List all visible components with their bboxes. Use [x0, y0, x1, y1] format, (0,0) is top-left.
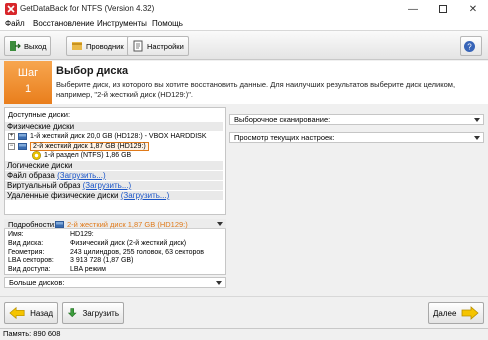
next-label: Далее [433, 308, 457, 318]
menu-recovery[interactable]: Восстановление [33, 19, 94, 28]
maximize-button[interactable] [428, 0, 458, 18]
physical-disks-label: Физические диски [7, 122, 75, 131]
hard-disk-icon [55, 220, 64, 228]
memory-status: Память: 890 608 [3, 329, 61, 338]
partition-item[interactable]: 1-й раздел (NTFS) 1,86 GB [32, 151, 131, 160]
arrow-left-icon [9, 306, 25, 320]
back-button[interactable]: Назад [4, 302, 58, 324]
app-icon [5, 3, 17, 15]
details-header[interactable]: Подробности: 2-й жесткий диск 1,87 GB (H… [4, 219, 226, 229]
help-button[interactable]: ? [460, 36, 482, 56]
exit-button[interactable]: Выход [4, 36, 52, 56]
download-icon [67, 308, 77, 318]
settings-label: Настройки [147, 41, 184, 51]
toolbar: Выход Проводник Настройки ? [0, 30, 488, 60]
close-button[interactable]: ✕ [458, 0, 488, 18]
hard-disk-icon [18, 143, 27, 150]
step-number: 1 [24, 83, 32, 95]
svg-text:?: ? [467, 42, 472, 51]
back-label: Назад [30, 308, 53, 318]
load-label: Загрузить [82, 308, 119, 318]
partition-label: 1-й раздел (NTFS) 1,86 GB [44, 152, 132, 159]
page-title: Выбор диска [56, 65, 129, 77]
remote-disks-row: Удаленные физические диски (Загрузить...… [5, 191, 223, 200]
more-disks-panel[interactable]: Больше дисков: [4, 277, 226, 288]
disk-item-hd129[interactable]: − 2-й жесткий диск 1,87 GB (HD129:) [8, 142, 149, 151]
details-selected-disk: 2-й жесткий диск 1,87 GB (HD129:) [67, 220, 188, 229]
partition-icon [32, 151, 41, 160]
disk-item-label: 1-й жесткий диск 20,0 GB (HD128:) - VBOX… [30, 133, 207, 140]
remote-disks-load-link[interactable]: (Загрузить...) [121, 191, 170, 200]
load-button[interactable]: Загрузить [62, 302, 124, 324]
step-label: Шаг [17, 67, 39, 79]
virtual-image-label: Виртуальный образ [7, 181, 81, 190]
details-label: Подробности: [8, 220, 57, 229]
menu-tools[interactable]: Инструменты [97, 19, 147, 28]
hard-disk-icon [18, 133, 27, 140]
detail-key: LBA секторов: [8, 257, 54, 264]
disk-item-label-selected: 2-й жесткий диск 1,87 GB (HD129:) [30, 142, 149, 151]
detail-value: LBA режим [70, 266, 106, 273]
next-button[interactable]: Далее [428, 302, 484, 324]
explorer-button[interactable]: Проводник [66, 36, 129, 56]
step-description: Выберите диск, из которого вы хотите вос… [56, 80, 456, 99]
chevron-down-icon [217, 222, 223, 226]
explorer-label: Проводник [86, 41, 124, 51]
arrow-right-icon [461, 306, 479, 320]
exit-label: Выход [24, 41, 47, 51]
image-file-row: Файл образа (Загрузить...) [5, 171, 223, 180]
logical-disks-header[interactable]: Логические диски [5, 161, 223, 170]
collapse-icon[interactable]: − [8, 143, 15, 150]
image-file-load-link[interactable]: (Загрузить...) [57, 171, 106, 180]
current-settings-label: Просмотр текущих настроек: [234, 133, 335, 142]
explorer-icon [72, 42, 82, 50]
menu-bar: Файл Восстановление Инструменты Помощь [0, 18, 488, 30]
maximize-icon [439, 5, 447, 13]
settings-icon [133, 40, 143, 52]
disk-item-hd128[interactable]: + 1-й жесткий диск 20,0 GB (HD128:) - VB… [8, 132, 207, 141]
virtual-image-row: Виртуальный образ (Загрузить...) [5, 181, 223, 190]
menu-help[interactable]: Помощь [152, 19, 183, 28]
detail-key: Вид диска: [8, 240, 44, 247]
status-bar [0, 328, 488, 340]
current-settings-panel[interactable]: Просмотр текущих настроек: [229, 132, 484, 143]
image-file-label: Файл образа [7, 171, 55, 180]
detail-key: Имя: [8, 231, 24, 238]
minimize-icon: — [408, 3, 418, 15]
detail-value: 3 913 728 (1,87 GB) [70, 257, 134, 264]
detail-value: HD129: [70, 231, 94, 238]
detail-key: Геометрия: [8, 249, 45, 256]
settings-button[interactable]: Настройки [127, 36, 189, 56]
detail-value: 243 цилиндров, 255 головок, 63 секторов [70, 249, 204, 256]
exit-icon [10, 41, 21, 51]
detail-key: Вид доступа: [8, 266, 51, 273]
available-disks-label: Доступные диски: [8, 110, 71, 119]
detail-value: Физический диск (2-й жесткий диск) [70, 240, 187, 247]
minimize-button[interactable]: — [398, 0, 428, 18]
expand-icon[interactable]: + [8, 133, 15, 140]
close-icon: ✕ [468, 3, 478, 15]
selective-scan-panel[interactable]: Выборочное сканирование: [229, 114, 484, 125]
chevron-down-icon [474, 118, 480, 122]
more-disks-label: Больше дисков: [9, 278, 65, 287]
right-area [229, 127, 484, 288]
remote-disks-label: Удаленные физические диски [7, 191, 119, 200]
virtual-image-load-link[interactable]: (Загрузить...) [83, 181, 132, 190]
chevron-down-icon [216, 281, 222, 285]
physical-disks-header[interactable]: Физические диски [5, 122, 223, 131]
logical-disks-label: Логические диски [7, 161, 73, 170]
window-title: GetDataBack for NTFS (Version 4.32) [20, 4, 155, 13]
menu-file[interactable]: Файл [5, 19, 25, 28]
help-icon: ? [464, 40, 475, 52]
chevron-down-icon [474, 136, 480, 140]
step-badge: Шаг 1 [4, 61, 52, 104]
selective-scan-label: Выборочное сканирование: [234, 115, 331, 124]
